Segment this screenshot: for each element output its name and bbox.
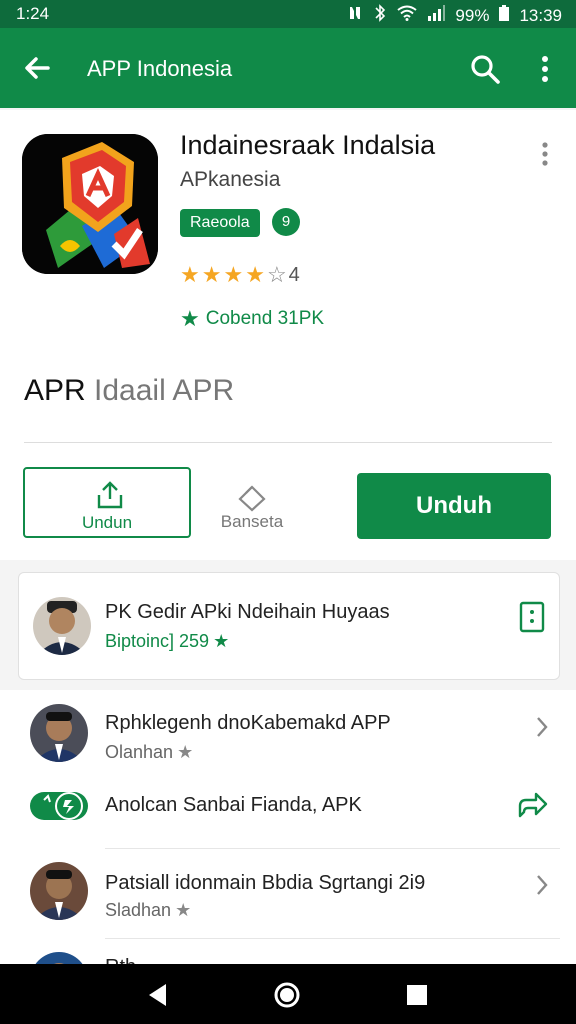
star-icon: ★ — [177, 742, 194, 762]
installs-row: ★ Cobend 31PK — [180, 306, 324, 332]
list-item-sub: Sladhan ★ — [105, 900, 191, 921]
list-item-title: Patsiall idonmain Bbdia Sgrtangi 2i9 — [105, 872, 426, 894]
share-button[interactable]: Undun — [23, 467, 191, 538]
headline-rest: Idaail APR — [94, 374, 235, 407]
search-icon[interactable] — [468, 52, 502, 86]
list-item-sub-text: Sladhan — [105, 900, 172, 920]
star-filled-icon: ★ — [180, 306, 200, 331]
star-icon: ★ — [175, 900, 192, 920]
wifi-icon — [397, 5, 418, 26]
app-icon — [22, 134, 158, 274]
installs-text: Cobend 31PK — [205, 308, 325, 329]
avatar — [30, 862, 88, 920]
headline: APR Idaail APR — [24, 374, 234, 408]
list-item-sub-text: Olanhan — [105, 742, 174, 762]
wishlist-label: Banseta — [220, 512, 284, 531]
status-clock: 13:39 — [519, 5, 562, 25]
related-list: Rphklegenh dnoKabemakd APP Olanhan ★ Ano… — [0, 690, 576, 1010]
share-label: Undun — [81, 513, 133, 532]
star-icon: ★ — [245, 262, 265, 287]
avatar — [33, 597, 91, 655]
chevron-right-icon[interactable] — [534, 872, 550, 898]
status-icons: 99% 13:39 — [347, 4, 562, 27]
divider — [24, 442, 552, 443]
back-arrow-icon[interactable] — [20, 50, 56, 86]
star-outline-icon: ☆ — [266, 262, 287, 287]
app-bar: APP Indonesia — [0, 28, 576, 108]
nav-home-icon[interactable] — [273, 981, 301, 1014]
category-badge[interactable]: Raeoola — [180, 209, 260, 237]
nav-recents-icon[interactable] — [405, 983, 429, 1012]
app-developer[interactable]: APkanesia — [180, 168, 280, 192]
app-title: Indainesraak Indalsia — [180, 130, 436, 160]
battery-text: 99% — [455, 5, 490, 25]
featured-title: PK Gedir APki Ndeihain Huyaas — [105, 601, 390, 623]
star-icon: ★ — [180, 262, 200, 287]
system-nav-bar — [0, 964, 576, 1024]
details-icon[interactable] — [519, 601, 545, 638]
headline-main: APR — [24, 374, 86, 407]
wishlist-button[interactable]: Banseta — [210, 478, 310, 538]
signal-icon — [427, 5, 446, 26]
avatar — [30, 704, 88, 762]
list-item-title: Rphklegenh dnoKabemakd APP — [105, 712, 391, 734]
overflow-menu-icon[interactable] — [532, 52, 558, 86]
nfc-icon — [347, 5, 363, 26]
rating-value: 4 — [288, 263, 300, 286]
star-icon: ★ — [201, 262, 222, 287]
status-time-left: 1:24 — [16, 4, 50, 23]
battery-icon — [499, 5, 510, 26]
rating-row: ★ ★ ★ ★ ☆ 4 — [180, 262, 300, 288]
star-icon: ★ — [223, 262, 244, 287]
list-item-sub: Olanhan ★ — [105, 742, 193, 763]
featured-sub: Biptoinc] 259 ★ — [105, 631, 229, 652]
bookmark-icon — [236, 484, 268, 512]
bluetooth-icon — [373, 4, 387, 27]
featured-sub-text: Biptoinc] 259 — [105, 631, 210, 651]
divider — [105, 848, 560, 849]
status-bar: 1:24 99% 13:39 — [0, 0, 576, 28]
card-overflow-icon[interactable] — [536, 140, 554, 168]
featured-item[interactable]: PK Gedir APki Ndeihain Huyaas Biptoinc] … — [18, 572, 560, 680]
star-icon: ★ — [213, 631, 230, 651]
badge-count: 9 — [272, 208, 300, 236]
divider — [105, 938, 560, 939]
chevron-right-icon[interactable] — [534, 714, 550, 740]
nav-back-icon[interactable] — [146, 982, 170, 1013]
install-button[interactable]: Unduh — [357, 473, 551, 539]
app-toggle-icon — [30, 788, 88, 827]
app-bar-title: APP Indonesia — [87, 56, 233, 81]
list-item-title: Anolcan Sanbai Fianda, APK — [105, 794, 362, 816]
share-icon — [95, 481, 125, 509]
open-arrow-icon[interactable] — [516, 790, 548, 825]
